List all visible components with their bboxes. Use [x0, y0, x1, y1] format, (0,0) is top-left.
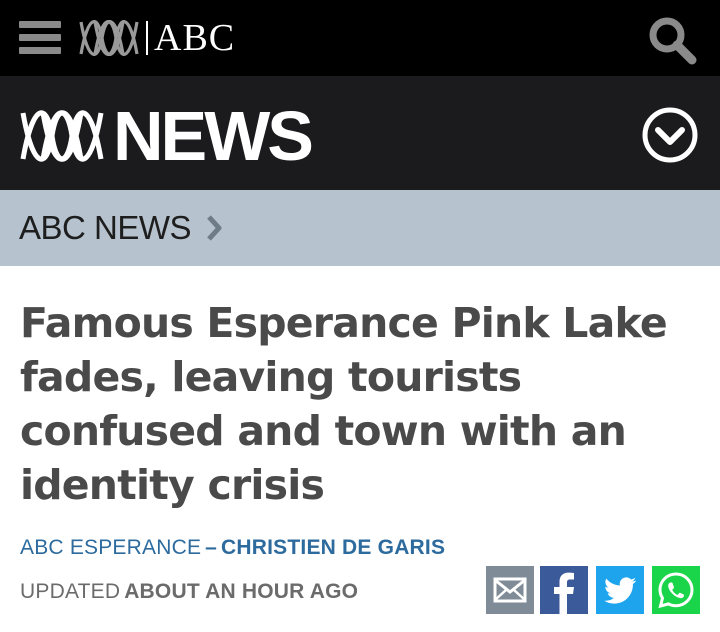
search-icon[interactable]: [646, 14, 698, 66]
top-navigation-bar: ABC: [0, 0, 720, 76]
breadcrumb: ABC NEWS: [0, 190, 720, 266]
updated-time: ABOUT AN HOUR AGO: [124, 580, 359, 603]
abc-news-lissajous-icon: [20, 110, 104, 162]
updated-label: UPDATED: [20, 580, 121, 603]
breadcrumb-link[interactable]: ABC NEWS: [19, 209, 192, 247]
email-icon[interactable]: [486, 566, 534, 614]
news-header-bar: NEWS: [0, 76, 720, 190]
abc-lissajous-logo-icon: [79, 20, 139, 56]
facebook-icon[interactable]: [540, 566, 588, 614]
logo-divider: [146, 21, 148, 55]
article-headline: Famous Esperance Pink Lake fades, leavin…: [20, 299, 668, 509]
abc-news-logo[interactable]: NEWS: [19, 97, 314, 175]
article-source[interactable]: ABC ESPERANCE: [20, 536, 201, 559]
abc-brand-text: ABC: [154, 17, 236, 59]
chevron-down-circle-icon[interactable]: [641, 106, 699, 164]
hamburger-menu-icon[interactable]: [19, 21, 61, 55]
byline-separator: –: [205, 536, 218, 559]
whatsapp-icon[interactable]: [652, 566, 700, 614]
news-title: NEWS: [113, 97, 314, 175]
chevron-right-icon: [205, 214, 223, 247]
updated-timestamp: UPDATED ABOUT AN HOUR AGO: [20, 578, 358, 606]
twitter-icon[interactable]: [596, 566, 644, 614]
article-author[interactable]: CHRISTIEN DE GARIS: [221, 536, 445, 559]
byline: ABC ESPERANCE – CHRISTIEN DE GARIS: [20, 534, 445, 562]
abc-logo[interactable]: ABC: [78, 16, 235, 60]
